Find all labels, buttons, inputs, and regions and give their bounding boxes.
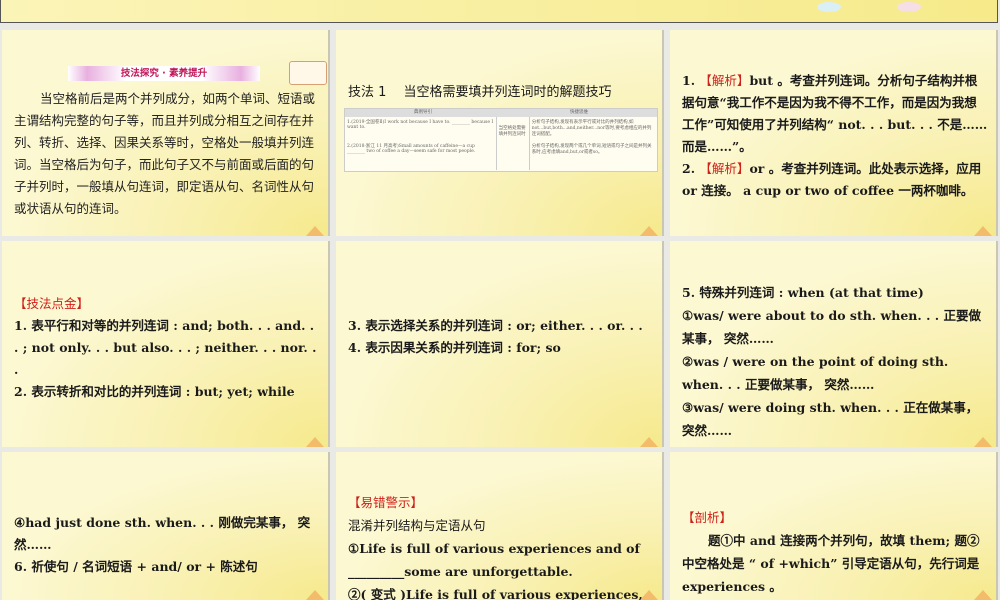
tip-line: 4. 表示因果关系的并列连词 : for; so (348, 340, 561, 355)
decor-shoes-pink-icon (897, 2, 921, 12)
analysis-tag: 【剖析】 (682, 510, 733, 525)
slide-thumbnail-8[interactable]: 【易错警示】 混淆并列结构与定语从句 ①Life is full of vari… (336, 452, 664, 600)
technique-title: 技法 1 当空格需要填并列连词时的解题技巧 (348, 85, 612, 100)
slide-thumbnail-7[interactable]: ④had just done sth. when. . . 刚做完某事， 突然…… (2, 452, 330, 600)
tip-line: 5. 特殊并列连词 : when (at that time) (682, 285, 924, 300)
table-tip: 分析句子结构,发现有表示平行或对比的并列结构,如not...but,both..… (531, 120, 652, 137)
warning-line: ①Life is full of various experiences and… (348, 541, 640, 556)
tip-line: ②was / were on the point of doing sth. w… (682, 354, 949, 392)
example-table: 典例导引 快捷思维 1.(2019·全国卷Ⅱ)I work not because… (344, 108, 658, 172)
warning-line: ②( 变式 )Life is full of various experienc… (348, 587, 643, 600)
intro-paragraph: 当空格前后是两个并列成分，如两个单词、短语或主谓结构完整的句子等，而且并列成分相… (14, 91, 316, 216)
tip-line: 2. 表示转折和对比的并列连词 : but; yet; while (14, 384, 295, 399)
section-banner: 技法探究 · 素养提升 (68, 66, 260, 81)
tip-line: 3. 表示选择关系的并列连词 : or; either. . . or. . . (348, 318, 643, 333)
analysis-tag: 【解析】 (699, 73, 750, 88)
tip-line: ③was/ were doing sth. when. . . 正在做某事， 突… (682, 400, 979, 438)
slide-thumbnail-2[interactable]: 技法 1 当空格需要填并列连词时的解题技巧 典例导引 快捷思维 1.(2019·全… (336, 30, 664, 236)
slide-thumbnail-9[interactable]: 【剖析】 题①中 and 连接两个并列句，故填 them; 题②中空格处是 “ … (670, 452, 998, 600)
note-stamp-icon (289, 61, 327, 85)
item-number: 2. (682, 161, 696, 176)
analysis-text: 题①中 and 连接两个并列句，故填 them; 题②中空格处是 “ of +w… (682, 533, 980, 594)
tip-line: 1. 表平行和对等的并列连词 : and; both. . . and. . .… (14, 318, 317, 377)
table-row: 2.(2018·浙江 11 月高考)Small amounts of caffe… (347, 144, 476, 154)
slide-thumbnail-3[interactable]: 1. 【解析】but 。考查并列连词。分析句子结构并根据句意“我工作不是因为我不… (670, 30, 998, 236)
tip-line: 6. 祈使句 / 名词短语 + and/ or + 陈述句 (14, 559, 258, 574)
table-row: 1.(2019·全国卷Ⅱ)I work not because I have t… (347, 120, 494, 130)
decor-shoes-blue-icon (817, 2, 841, 12)
slide-thumbnail-6[interactable]: 5. 特殊并列连词 : when (at that time) ①was/ we… (670, 241, 998, 447)
slide-thumbnail-1[interactable]: 技法探究 · 素养提升 当空格前后是两个并列成分，如两个单词、短语或主谓结构完整… (2, 30, 330, 236)
slide-thumbnail-4[interactable]: 【技法点金】 1. 表平行和对等的并列连词 : and; both. . . a… (2, 241, 330, 447)
slide-thumbnail-5[interactable]: 3. 表示选择关系的并列连词 : or; either. . . or. . .… (336, 241, 664, 447)
item-number: 1. (682, 73, 696, 88)
tips-tag: 【技法点金】 (14, 296, 90, 311)
warning-tag: 【易错警示】 (348, 495, 424, 510)
table-middle: 当空格处需要填并列连词时 (497, 117, 530, 170)
analysis-tag: 【解析】 (699, 161, 750, 176)
previous-slide-thumbnail[interactable] (0, 0, 998, 23)
tip-line: ④had just done sth. when. . . 刚做完某事， 突然…… (14, 515, 311, 552)
warning-line: 混淆并列结构与定语从句 (348, 518, 486, 533)
tip-line: ①was/ were about to do sth. when. . . 正要… (682, 308, 982, 346)
table-tip: 分析句子结构,发现两个或几个单词,短语或句子之间是并列关系时,应考虑填and,b… (531, 144, 652, 155)
warning-line: _________some are unforgettable. (348, 564, 573, 579)
table-header: 快捷思维 (570, 110, 588, 115)
table-header: 典例导引 (414, 110, 432, 115)
